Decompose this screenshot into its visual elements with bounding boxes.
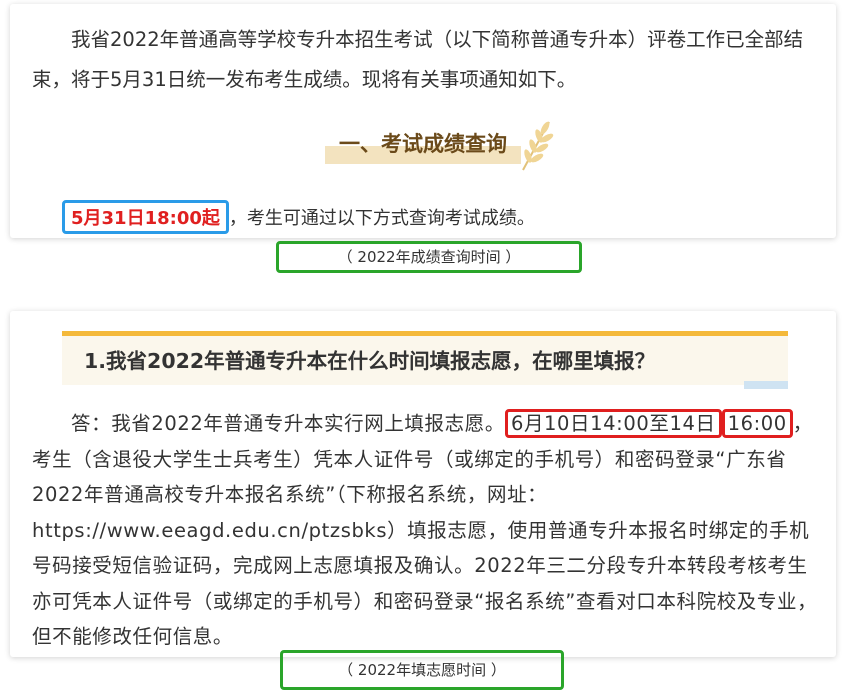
notice-card-volunteer: 1.我省2022年普通专升本在什么时间填报志愿，在哪里填报？ 答：我省2022年… (10, 311, 836, 657)
intro-paragraph: 我省2022年普通高等学校专升本招生考试（以下简称普通专升本）评卷工作已全部结束… (32, 28, 804, 91)
question-header-decoration (744, 381, 788, 389)
wheat-icon (522, 121, 554, 171)
section-heading: 一、考试成绩查询 (10, 124, 836, 164)
caption-score-time: （ 2022年成绩查询时间 ） (276, 241, 582, 273)
section-heading-text: 一、考试成绩查询 (325, 124, 521, 164)
notice-card-scores: 我省2022年普通高等学校专升本招生考试（以下简称普通专升本）评卷工作已全部结束… (10, 4, 836, 238)
score-time-line: 5月31日18:00起 ，考生可通过以下方式查询考试成绩。 (62, 200, 535, 234)
answer-after: ，考生（含退役大学生士兵考生）凭本人证件号（或绑定的手机号）和密码登录“广东省2… (32, 412, 818, 648)
volunteer-time-highlight-b: 16:00 (721, 409, 793, 438)
answer-paragraph: 答：我省2022年普通专升本实行网上填报志愿。 6月10日14:00至14日 16:… (32, 406, 818, 655)
caption-volunteer-time: （ 2022年填志愿时间 ） (280, 650, 564, 690)
question-text: 1.我省2022年普通专升本在什么时间填报志愿，在哪里填报？ (84, 349, 656, 373)
answer-before: 答：我省2022年普通专升本实行网上填报志愿。 (71, 412, 505, 435)
volunteer-time-highlight-a: 6月10日14:00至14日 (504, 409, 722, 438)
question-header: 1.我省2022年普通专升本在什么时间填报志愿，在哪里填报？ (62, 331, 788, 389)
score-time-highlight: 5月31日18:00起 (62, 200, 229, 234)
score-time-rest: ，考生可通过以下方式查询考试成绩。 (228, 208, 535, 229)
